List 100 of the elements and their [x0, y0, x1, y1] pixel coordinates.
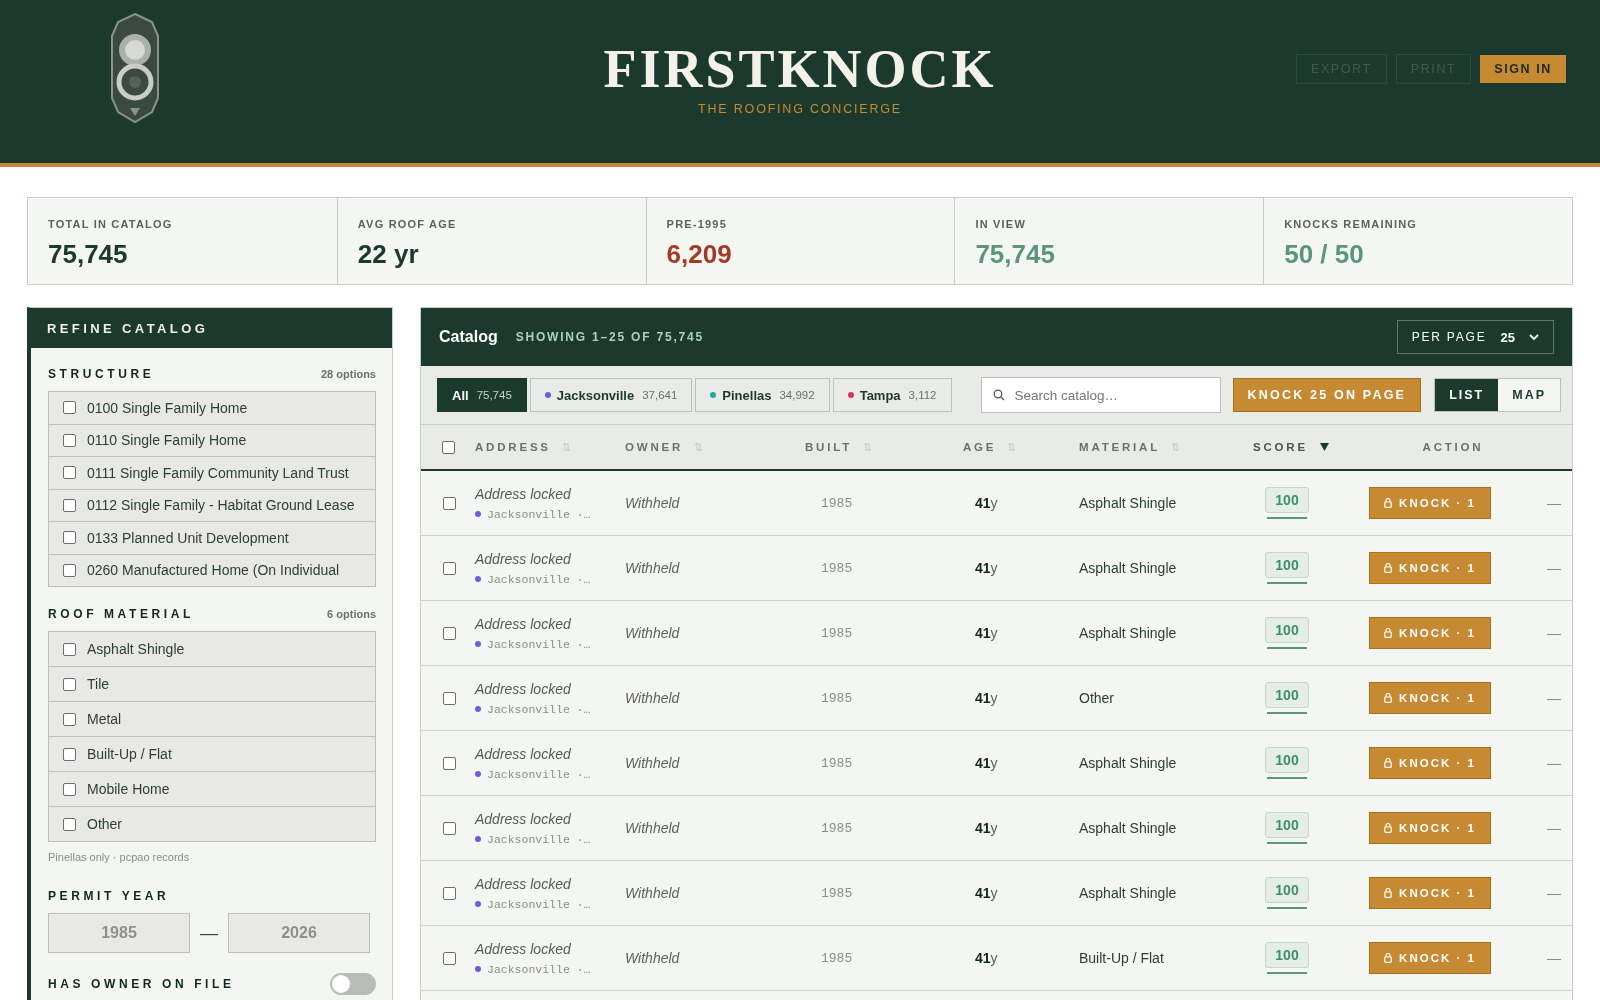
filter-note: Pinellas only · pcpao records: [48, 851, 191, 863]
owner-cell: Withheld: [625, 755, 680, 771]
showing-count: SHOWING 1–25 OF 75,745: [515, 330, 704, 344]
built-cell: 1985: [821, 495, 853, 511]
checkbox[interactable]: [63, 498, 76, 512]
filter-option[interactable]: Tile: [49, 667, 375, 702]
score-underline: [1267, 777, 1307, 779]
search-field[interactable]: Search catalog…: [980, 377, 1221, 413]
checkbox[interactable]: [442, 821, 456, 835]
stat-value: 75,745: [48, 239, 128, 270]
filter-option[interactable]: 0111 Single Family Community Land Trust: [49, 457, 375, 490]
row-dash: —: [1547, 820, 1561, 836]
built-cell: 1985: [821, 560, 853, 576]
material-cell: Built-Up / Flat: [1079, 950, 1164, 966]
checkbox[interactable]: [63, 642, 76, 656]
checkbox[interactable]: [442, 626, 456, 640]
sort-desc-icon[interactable]: [1319, 443, 1329, 451]
score-badge: 100: [1265, 942, 1309, 968]
checkbox[interactable]: [63, 677, 76, 691]
address-text: Address locked: [475, 875, 571, 892]
checkbox[interactable]: [442, 886, 456, 900]
age-cell: 41y: [975, 755, 998, 771]
lock-icon: [1384, 563, 1393, 573]
row-dash: —: [1547, 690, 1561, 706]
filter-option[interactable]: Other: [49, 807, 375, 841]
checkbox[interactable]: [63, 401, 76, 415]
address-text: Address locked: [475, 745, 571, 762]
address-text: Address locked: [475, 550, 571, 567]
filter-option[interactable]: Asphalt Shingle: [49, 632, 375, 667]
material-cell: Other: [1079, 690, 1114, 706]
city-text: Jacksonville ·…: [487, 767, 591, 781]
per-page-select[interactable]: PER PAGE 25: [1396, 320, 1554, 354]
checkbox[interactable]: [63, 433, 76, 447]
checkbox[interactable]: [63, 817, 76, 831]
material-cell: Asphalt Shingle: [1079, 495, 1177, 511]
stat-label: PRE-1995: [666, 218, 727, 230]
sign-in-button[interactable]: SIGN IN: [1480, 55, 1566, 83]
region-tab[interactable]: Pinellas 34,992: [695, 378, 830, 412]
score-underline: [1267, 712, 1307, 714]
checkbox[interactable]: [442, 561, 456, 575]
checkbox[interactable]: [442, 951, 456, 965]
score-underline: [1267, 842, 1307, 844]
row-dash: —: [1547, 950, 1561, 966]
region-tab[interactable]: Jacksonville 37,641: [529, 378, 693, 412]
checkbox[interactable]: [442, 756, 456, 770]
catalog-title: Catalog: [439, 328, 498, 346]
column-header[interactable]: BUILT: [805, 441, 852, 453]
view-tab[interactable]: MAP: [1498, 379, 1560, 411]
score-badge: 100: [1265, 552, 1309, 578]
lock-icon: [1384, 693, 1393, 703]
owner-cell: Withheld: [625, 560, 680, 576]
checkbox[interactable]: [441, 440, 455, 454]
checkbox[interactable]: [63, 782, 76, 796]
built-cell: 1985: [821, 690, 853, 706]
material-cell: Asphalt Shingle: [1079, 560, 1177, 576]
column-header[interactable]: AGE: [963, 441, 997, 453]
stat-label: AVG ROOF AGE: [357, 218, 457, 230]
material-cell: Asphalt Shingle: [1079, 820, 1177, 836]
score-underline: [1267, 907, 1307, 909]
material-cell: Asphalt Shingle: [1079, 885, 1177, 901]
filter-option[interactable]: Metal: [49, 702, 375, 737]
address-text: Address locked: [475, 485, 571, 502]
region-tab[interactable]: Tampa 3,112: [832, 378, 952, 412]
lock-icon: [1384, 953, 1393, 963]
row-dash: —: [1547, 495, 1561, 511]
age-cell: 41y: [975, 950, 998, 966]
score-badge: 100: [1265, 747, 1309, 773]
checkbox[interactable]: [63, 531, 76, 545]
filter-option[interactable]: 0110 Single Family Home: [49, 424, 375, 457]
checkbox[interactable]: [63, 466, 76, 480]
stat-value: 6,209: [666, 239, 732, 270]
filter-option[interactable]: 0260 Manufactured Home (On Individual: [49, 554, 375, 586]
column-header[interactable]: SCORE: [1253, 441, 1308, 453]
filter-option[interactable]: Built-Up / Flat: [49, 737, 375, 772]
age-cell: 41y: [975, 820, 998, 836]
checkbox[interactable]: [442, 691, 456, 705]
region-tab[interactable]: All 75,745: [437, 378, 527, 412]
checkbox[interactable]: [442, 496, 456, 510]
toggle-switch[interactable]: [330, 973, 376, 995]
checkbox[interactable]: [63, 747, 76, 761]
checkbox[interactable]: [63, 712, 76, 726]
age-cell: 41y: [975, 495, 998, 511]
option-count: 28 options: [321, 368, 376, 380]
age-cell: 41y: [975, 690, 998, 706]
score-badge: 100: [1265, 877, 1309, 903]
section-title: STRUCTURE: [48, 367, 155, 381]
column-header[interactable]: ADDRESS: [475, 441, 551, 453]
column-header[interactable]: MATERIAL: [1079, 441, 1160, 453]
checkbox[interactable]: [63, 563, 76, 577]
lock-icon: [1384, 498, 1393, 508]
filter-option[interactable]: 0133 Planned Unit Development: [49, 522, 375, 555]
filter-option[interactable]: 0100 Single Family Home: [49, 392, 375, 425]
filter-option[interactable]: Mobile Home: [49, 772, 375, 807]
lock-icon: [1384, 888, 1393, 898]
age-cell: 41y: [975, 885, 998, 901]
score-badge: 100: [1265, 617, 1309, 643]
owner-cell: Withheld: [625, 820, 680, 836]
column-header[interactable]: OWNER: [625, 441, 684, 453]
view-tab[interactable]: LIST: [1435, 379, 1499, 411]
filter-option[interactable]: 0112 Single Family - Habitat Ground Lease: [49, 489, 375, 522]
